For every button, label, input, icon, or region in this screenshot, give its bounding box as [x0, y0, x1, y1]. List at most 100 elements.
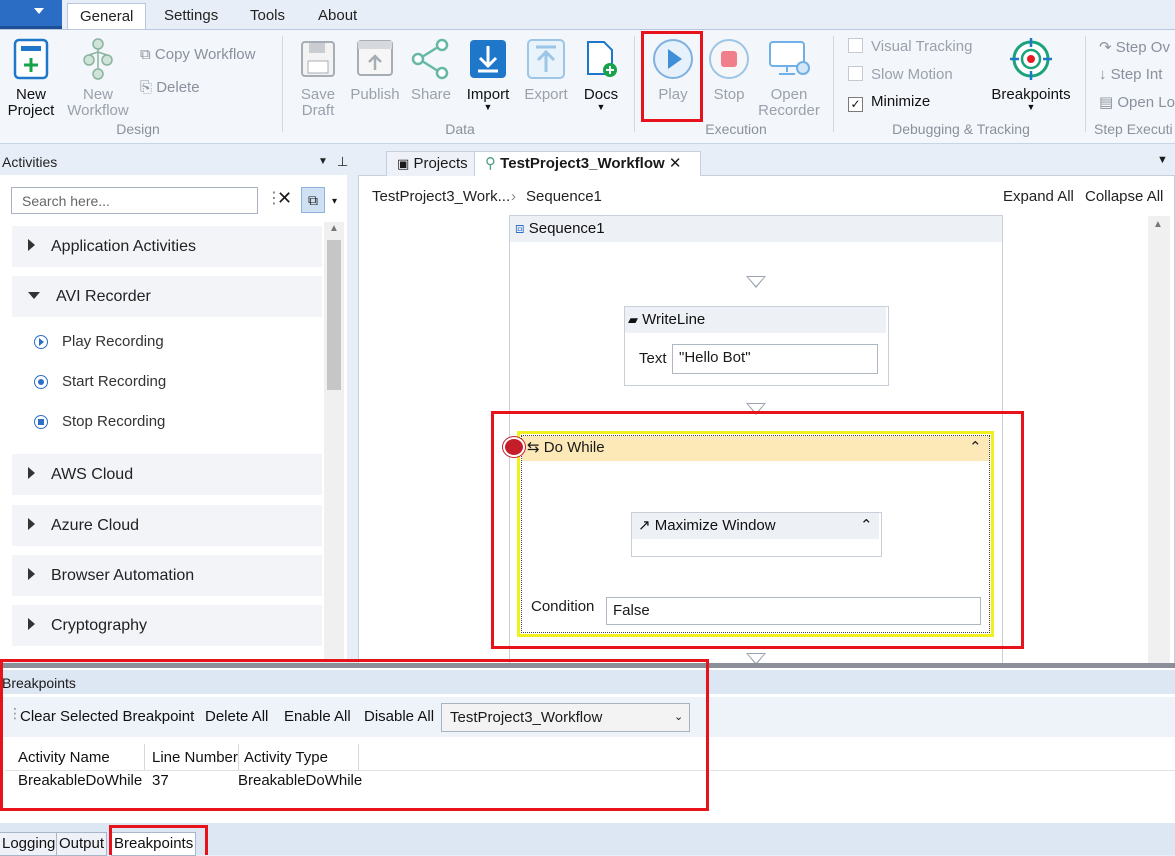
- category-aws-cloud[interactable]: AWS Cloud: [12, 454, 322, 495]
- tab-about[interactable]: About: [306, 3, 369, 29]
- collapse-icon: [28, 292, 40, 299]
- expand-all-link[interactable]: Expand All: [1003, 182, 1074, 212]
- delete-icon: ⎘: [140, 79, 153, 96]
- breakpoints-button[interactable]: Breakpoints ▼: [986, 38, 1076, 112]
- pin-icon[interactable]: ⊥: [337, 151, 348, 173]
- tab-general[interactable]: General: [67, 3, 147, 30]
- workflow-icon: ⚲: [485, 155, 496, 172]
- activity-start-recording[interactable]: Start Recording: [34, 372, 166, 392]
- minimize-checkbox[interactable]: ✓ Minimize: [848, 93, 930, 112]
- publish-label: Publish: [350, 86, 400, 103]
- copy-icon: ⧉: [140, 46, 151, 63]
- slow-motion-checkbox[interactable]: Slow Motion: [848, 66, 953, 83]
- tab-output[interactable]: Output: [56, 832, 108, 856]
- play-highlight-box: [641, 31, 703, 122]
- tab-settings[interactable]: Settings: [152, 3, 230, 29]
- new-project-label: New Project: [7, 86, 55, 119]
- save-icon: [301, 41, 335, 77]
- new-project-button[interactable]: New Project: [4, 38, 58, 119]
- scroll-up-icon[interactable]: ▲: [329, 223, 339, 234]
- import-label: Import: [466, 86, 510, 103]
- collapse-all-link[interactable]: Collapse All: [1085, 182, 1163, 212]
- export-icon: [527, 39, 565, 79]
- chevron-down-icon: [34, 8, 44, 14]
- step-into-button[interactable]: ↓ Step Int: [1099, 66, 1175, 83]
- stop-icon: [709, 39, 749, 79]
- category-application-activities[interactable]: Application Activities: [12, 226, 322, 267]
- scroll-up-icon[interactable]: ▲: [1153, 219, 1163, 230]
- delete-button[interactable]: ⎘ Delete: [140, 79, 200, 96]
- dowhile-highlight-box: [491, 411, 1024, 649]
- docs-button[interactable]: Docs ▼: [580, 38, 622, 112]
- open-recorder-label: Open Recorder: [758, 86, 820, 119]
- drop-arrow: [746, 276, 766, 288]
- breadcrumb: TestProject3_Work... › Sequence1 Expand …: [359, 182, 1175, 212]
- save-draft-button[interactable]: Save Draft: [297, 38, 339, 119]
- designer-scrollbar[interactable]: [1148, 216, 1170, 664]
- step-group-label: Step Executi: [1094, 121, 1173, 137]
- step-over-button[interactable]: ↷ Step Ov: [1099, 38, 1175, 56]
- open-recorder-button[interactable]: Open Recorder: [756, 38, 822, 119]
- open-log-button[interactable]: ▤ Open Lo: [1099, 93, 1175, 111]
- stop-label: Stop: [713, 86, 745, 103]
- expand-icon: [28, 568, 35, 580]
- publish-icon: [357, 40, 393, 76]
- activities-scrollbar-thumb[interactable]: [327, 240, 341, 390]
- chevron-down-icon: ▼: [1026, 102, 1036, 112]
- tab-projects[interactable]: ▣ Projects: [386, 151, 482, 176]
- expand-icon: [28, 467, 35, 479]
- sequence-header[interactable]: ⧈ Sequence1: [510, 216, 1002, 242]
- close-icon[interactable]: ✕: [277, 188, 292, 209]
- share-button[interactable]: Share: [409, 38, 453, 103]
- chevron-down-icon[interactable]: ▾: [332, 196, 337, 207]
- category-azure-cloud[interactable]: Azure Cloud: [12, 505, 322, 546]
- category-avi-recorder[interactable]: AVI Recorder: [12, 276, 322, 317]
- group-separator: [833, 36, 834, 132]
- breadcrumb-sequence[interactable]: Sequence1: [526, 182, 602, 212]
- activity-stop-recording[interactable]: Stop Recording: [34, 412, 165, 432]
- chevron-down-icon[interactable]: ▼: [318, 151, 328, 173]
- tab-workflow[interactable]: ⚲ TestProject3_Workflow ✕: [474, 151, 701, 176]
- writeline-text-field[interactable]: "Hello Bot": [672, 344, 878, 374]
- execution-group-label: Execution: [705, 121, 767, 137]
- visual-tracking-checkbox[interactable]: Visual Tracking: [848, 38, 972, 55]
- copy-workflow-button[interactable]: ⧉ Copy Workflow: [140, 46, 255, 63]
- tab-tools[interactable]: Tools: [238, 3, 297, 29]
- chevron-down-icon: ▼: [596, 102, 606, 112]
- breakpoints-highlight-box: [0, 659, 709, 811]
- new-workflow-button[interactable]: New Workflow: [62, 38, 134, 119]
- step-over-icon: ↷: [1099, 39, 1112, 56]
- breakpoints-label: Breakpoints: [991, 86, 1071, 103]
- play-recording-icon: [34, 335, 48, 349]
- close-icon[interactable]: ✕: [669, 155, 682, 172]
- import-button[interactable]: Import ▼: [463, 38, 513, 112]
- import-icon: [470, 40, 506, 78]
- stop-button[interactable]: Stop: [706, 38, 752, 103]
- activity-search-input[interactable]: Search here...: [11, 187, 258, 214]
- app-menu-button[interactable]: [0, 0, 62, 29]
- breakpoints-tab-highlight-box: [109, 825, 208, 855]
- category-cryptography[interactable]: Cryptography: [12, 605, 322, 646]
- docs-icon: [587, 41, 617, 77]
- publish-button[interactable]: Publish: [347, 38, 403, 103]
- new-project-icon: [13, 38, 49, 80]
- category-browser-automation[interactable]: Browser Automation: [12, 555, 322, 596]
- activity-play-recording[interactable]: Play Recording: [34, 332, 164, 352]
- group-separator: [1085, 36, 1086, 132]
- collapse-all-icon[interactable]: ⧉: [301, 187, 325, 213]
- save-draft-label: Save Draft: [300, 86, 336, 119]
- document-icon: ▣: [397, 156, 410, 171]
- activities-panel-header: Activities ▼ ⊥: [0, 151, 353, 173]
- check-icon: ✓: [848, 97, 863, 112]
- writeline-header[interactable]: ▰ WriteLine: [625, 307, 886, 333]
- new-workflow-label: New Workflow: [67, 86, 129, 119]
- tab-logging[interactable]: Logging: [0, 832, 59, 856]
- share-label: Share: [410, 86, 452, 103]
- workflow-icon: [83, 38, 113, 80]
- breakpoint-target-icon: [1010, 38, 1052, 80]
- expand-icon: [28, 239, 35, 251]
- tab-list-icon[interactable]: ▼: [1157, 154, 1168, 166]
- group-separator: [634, 36, 635, 132]
- export-button[interactable]: Export: [522, 38, 570, 103]
- breadcrumb-workflow[interactable]: TestProject3_Work...: [372, 182, 510, 212]
